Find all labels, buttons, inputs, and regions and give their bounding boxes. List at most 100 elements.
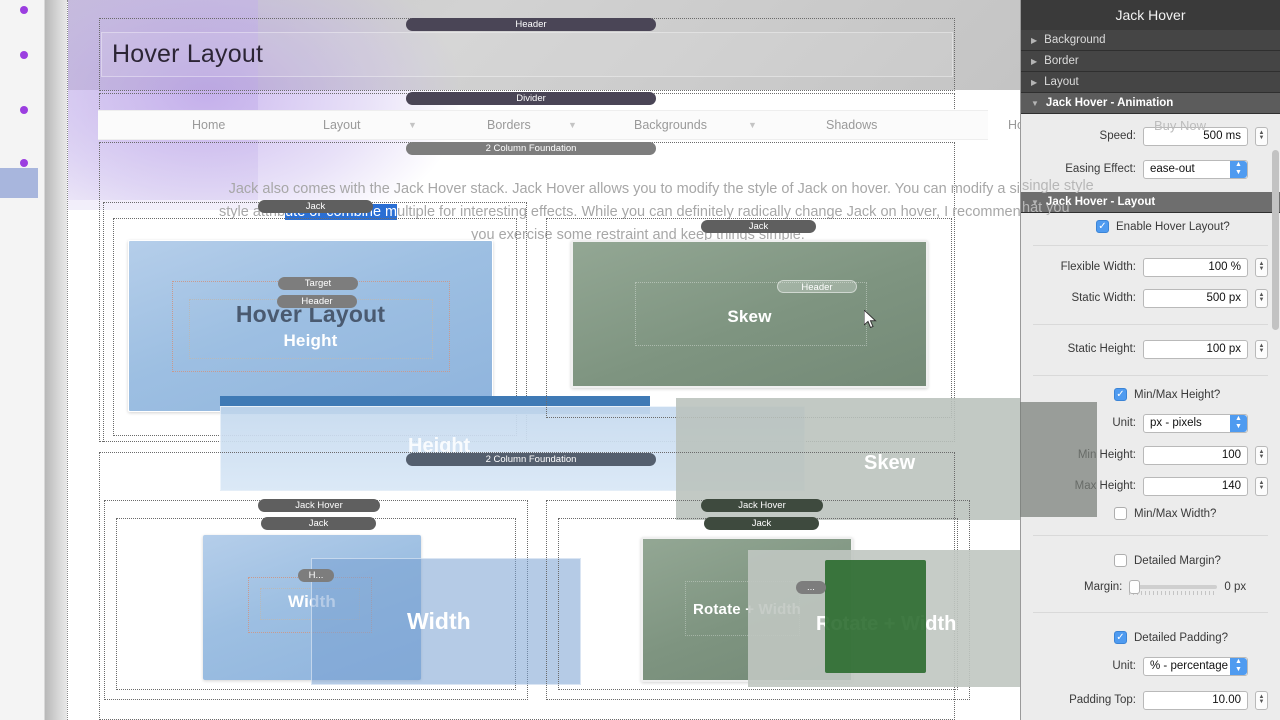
static-width-stepper[interactable]: ▲ ▼	[1255, 288, 1268, 308]
divider	[1033, 324, 1268, 325]
min-height-input[interactable]: 100	[1143, 445, 1248, 465]
panel-scrollbar[interactable]	[1272, 150, 1279, 330]
stack-label-header-small[interactable]: Header	[777, 280, 857, 293]
stack-label-jack-hover[interactable]: Jack Hover	[258, 499, 380, 512]
stack-label-divider[interactable]: Divider	[406, 92, 656, 105]
accordion-jack-hover-animation[interactable]: ▼ Jack Hover - Animation	[1021, 93, 1280, 114]
chevron-right-icon: ▶	[1031, 35, 1038, 45]
divider	[1033, 612, 1268, 613]
accordion-background[interactable]: ▶ Background	[1021, 30, 1280, 51]
stack-label-ellipsis-2[interactable]: ...	[796, 581, 826, 594]
max-height-input[interactable]: 140	[1143, 476, 1248, 496]
flexible-width-stepper[interactable]: ▲ ▼	[1255, 257, 1268, 277]
static-width-row: Static Width: 500 px ▲ ▼	[1021, 285, 1280, 311]
rail-selection-highlight[interactable]	[0, 168, 38, 198]
slider-knob[interactable]	[1129, 580, 1141, 594]
margin-value: 0 px	[1224, 581, 1247, 593]
accordion-background-label: Background	[1044, 34, 1106, 46]
nav-item-home[interactable]: Home	[192, 118, 225, 132]
card-top-left[interactable]: Hover Layout Height	[128, 240, 493, 412]
select-arrows-icon: ▲ ▼	[1230, 657, 1247, 675]
animation-section: Speed: 500 ms ▲ ▼ Easing Effect: ease-out…	[1021, 123, 1280, 182]
margin-slider[interactable]	[1129, 580, 1218, 595]
max-height-stepper[interactable]: ▲ ▼	[1255, 476, 1268, 496]
margin-row: Margin: 0 px	[1021, 574, 1280, 600]
stack-label-2-column-foundation[interactable]: 2 Column Foundation	[406, 453, 656, 466]
rail-bullet-dot[interactable]	[20, 159, 28, 167]
enable-hover-layout-checkbox[interactable]: ✓	[1096, 220, 1109, 233]
minmax-height-checkbox[interactable]: ✓	[1114, 388, 1127, 401]
flexible-width-input[interactable]: 100 %	[1143, 257, 1248, 277]
rail-bullet-dot[interactable]	[20, 51, 28, 59]
card-bot-right-hover-state[interactable]	[825, 560, 926, 673]
padding-top-label: Padding Top:	[1069, 694, 1136, 706]
speed-label: Speed:	[1099, 130, 1136, 142]
flexible-width-label: Flexible Width:	[1060, 261, 1136, 273]
margin-slider-wrap[interactable]: 0 px	[1129, 580, 1254, 595]
enable-hover-layout-row[interactable]: ✓ Enable Hover Layout?	[1021, 213, 1280, 240]
select-arrows-icon: ▲ ▼	[1230, 160, 1247, 178]
site-navigation: Home Layout ▼ Borders ▼ Backgrounds ▼ Sh…	[98, 110, 1020, 140]
accordion-layout[interactable]: ▶ Layout	[1021, 72, 1280, 93]
minmax-width-checkbox[interactable]	[1114, 507, 1127, 520]
nav-item-backgrounds[interactable]: Backgrounds	[634, 118, 707, 132]
panel-title: Jack Hover	[1021, 0, 1280, 30]
detailed-padding-row[interactable]: ✓ Detailed Padding?	[1021, 618, 1280, 651]
static-width-label: Static Width:	[1071, 292, 1136, 304]
chevron-down-icon[interactable]: ▼	[408, 120, 417, 130]
padding-unit-label: Unit:	[1112, 660, 1136, 672]
accordion-layout-label: Layout	[1044, 76, 1079, 88]
ghost-text-that-you: hat you	[1022, 200, 1070, 216]
static-height-input[interactable]: 100 px	[1143, 339, 1248, 359]
chevron-right-icon: ▶	[1031, 77, 1038, 87]
editor-left-rail	[0, 0, 45, 720]
ghost-text-single-style: single style	[1022, 178, 1094, 194]
stack-label-ellipsis[interactable]: H...	[298, 569, 334, 582]
static-height-row: Static Height: 100 px ▲ ▼	[1021, 336, 1280, 362]
margin-label: Margin:	[1084, 581, 1123, 593]
padding-top-stepper[interactable]: ▲ ▼	[1255, 690, 1268, 710]
divider	[1033, 245, 1268, 246]
nav-item-hover[interactable]: Hover	[1008, 118, 1020, 132]
easing-select[interactable]: ease-out ▲ ▼	[1143, 159, 1248, 179]
rail-bullet-dot[interactable]	[20, 106, 28, 114]
stack-label-jack-hover[interactable]: Jack Hover	[701, 499, 823, 512]
unit-value: px - pixels	[1150, 416, 1202, 429]
ghost-label-width: Width	[407, 608, 471, 634]
rail-bullet-dot[interactable]	[20, 6, 28, 14]
min-height-stepper[interactable]: ▲ ▼	[1255, 445, 1268, 465]
static-width-input[interactable]: 500 px	[1143, 288, 1248, 308]
ghost-text-buy-now: Buy Now	[1154, 118, 1207, 133]
flexible-width-row: Flexible Width: 100 % ▲ ▼	[1021, 254, 1280, 280]
page-canvas: Hover Layout Header Divider Home Layout …	[67, 0, 1020, 720]
static-height-label: Static Height:	[1067, 343, 1136, 355]
stack-label-jack[interactable]: Jack	[701, 220, 816, 233]
stack-label-2-column-foundation[interactable]: 2 Column Foundation	[406, 142, 656, 155]
padding-unit-select[interactable]: % - percentage ▲ ▼	[1143, 656, 1248, 676]
chevron-right-icon: ▶	[1031, 56, 1038, 66]
detailed-margin-row[interactable]: Detailed Margin?	[1021, 541, 1280, 574]
nav-item-borders[interactable]: Borders	[487, 118, 531, 132]
stack-label-jack[interactable]: Jack	[704, 517, 819, 530]
padding-top-input[interactable]: 10.00	[1143, 690, 1248, 710]
chevron-down-icon: ▼	[1031, 98, 1039, 108]
stack-label-jack[interactable]: Jack	[258, 200, 373, 213]
static-height-stepper[interactable]: ▲ ▼	[1255, 339, 1268, 359]
inspector-panel: Jack Hover ▶ Background ▶ Border ▶ Layou…	[1020, 0, 1280, 720]
stack-label-header[interactable]: Header	[406, 18, 656, 31]
speed-row: Speed: 500 ms ▲ ▼	[1021, 123, 1280, 149]
padding-unit-value: % - percentage	[1150, 659, 1228, 672]
nav-item-layout[interactable]: Layout	[323, 118, 361, 132]
nav-item-shadows[interactable]: Shadows	[826, 118, 877, 132]
unit-select[interactable]: px - pixels ▲ ▼	[1143, 413, 1248, 433]
chevron-down-icon[interactable]: ▼	[568, 120, 577, 130]
stack-label-jack[interactable]: Jack	[261, 517, 376, 530]
rail-shadow-gradient	[45, 0, 67, 720]
speed-stepper[interactable]: ▲ ▼	[1255, 126, 1268, 146]
accordion-border[interactable]: ▶ Border	[1021, 51, 1280, 72]
stack-label-target[interactable]: Target	[278, 277, 358, 290]
detailed-padding-checkbox[interactable]: ✓	[1114, 631, 1127, 644]
chevron-down-icon[interactable]: ▼	[748, 120, 757, 130]
detailed-margin-checkbox[interactable]	[1114, 554, 1127, 567]
stack-label-header-small[interactable]: Header	[277, 295, 357, 308]
